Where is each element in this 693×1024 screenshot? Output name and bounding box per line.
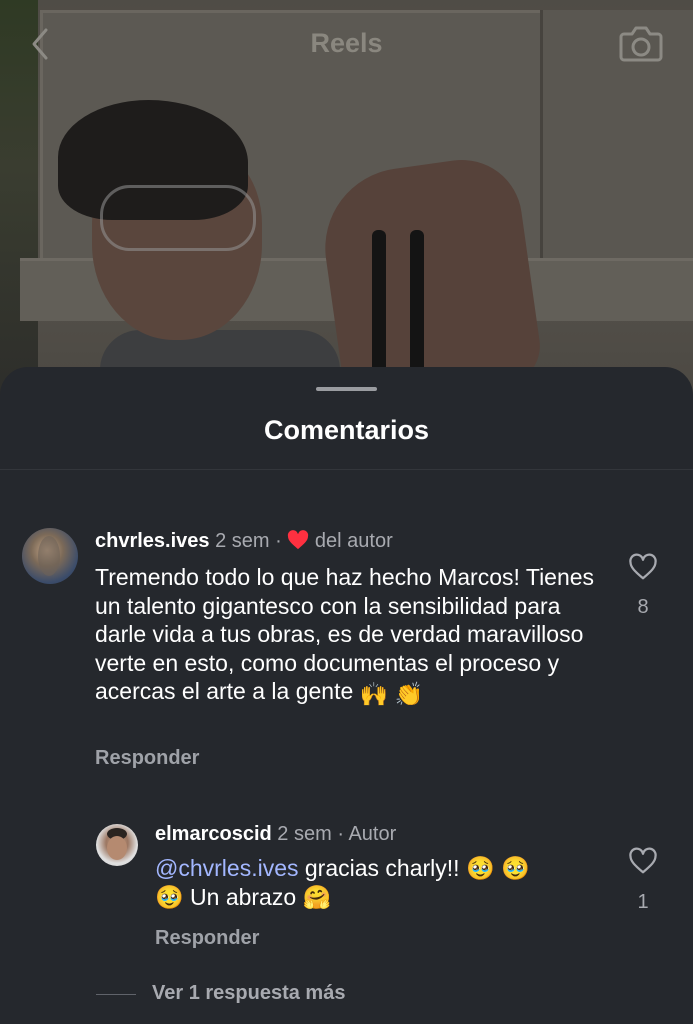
comment-body: Tremendo todo lo que haz hecho Marcos! T… <box>95 564 595 705</box>
comment-text: Tremendo todo lo que haz hecho Marcos! T… <box>95 563 595 709</box>
video-person-glasses <box>100 185 256 251</box>
comment-meta: elmarcoscid 2 sem · Autor <box>155 823 396 846</box>
video-strap <box>372 230 386 380</box>
heart-outline-icon <box>629 553 657 580</box>
replies-connector-line <box>96 994 136 995</box>
meta-separator: · <box>337 823 344 845</box>
comment-text: @chvrles.ives gracias charly!! 🥹 🥹 🥹 Un … <box>155 854 595 911</box>
liked-by-author-label: del autor <box>314 530 393 552</box>
like-button[interactable] <box>628 847 658 875</box>
avatar-face <box>107 836 127 860</box>
camera-icon <box>619 26 663 62</box>
top-bar: Reels <box>0 0 693 90</box>
page-title: Reels <box>310 28 383 58</box>
comment-username[interactable]: chvrles.ives <box>95 530 210 552</box>
like-count: 8 <box>637 596 649 618</box>
heart-filled-icon <box>288 530 309 550</box>
view-more-replies-button[interactable]: Ver 1 respuesta más <box>152 982 345 1005</box>
avatar[interactable] <box>22 528 78 584</box>
comment-username[interactable]: elmarcoscid <box>155 823 272 845</box>
sheet-drag-handle[interactable] <box>316 387 377 391</box>
meta-separator: · <box>275 530 282 552</box>
comment-emojis: 🙌 👏 <box>359 681 424 708</box>
comment-body-line1: gracias charly!! 🥹 🥹 <box>304 855 530 881</box>
divider <box>0 469 693 470</box>
comment-meta: chvrles.ives 2 sem · del autor <box>95 530 393 553</box>
video-strap <box>410 230 424 380</box>
avatar[interactable] <box>96 824 138 866</box>
avatar-figure <box>38 536 60 576</box>
comment-body-line2: 🥹 Un abrazo 🤗 <box>155 883 332 910</box>
heart-outline-icon <box>629 847 657 874</box>
reply-button[interactable]: Responder <box>95 747 199 770</box>
comment-time: 2 sem <box>277 823 332 845</box>
reels-comments-screen: Reels Comentarios chvrles.ives 2 sem · d… <box>0 0 693 1024</box>
like-count: 1 <box>637 891 649 913</box>
author-label: Autor <box>348 823 397 845</box>
like-button[interactable] <box>628 553 658 581</box>
camera-button[interactable] <box>618 20 664 66</box>
sheet-title: Comentarios <box>263 415 430 445</box>
mention-link[interactable]: @chvrles.ives <box>155 855 299 881</box>
comment-time: 2 sem <box>215 530 270 552</box>
reply-button[interactable]: Responder <box>155 927 259 950</box>
